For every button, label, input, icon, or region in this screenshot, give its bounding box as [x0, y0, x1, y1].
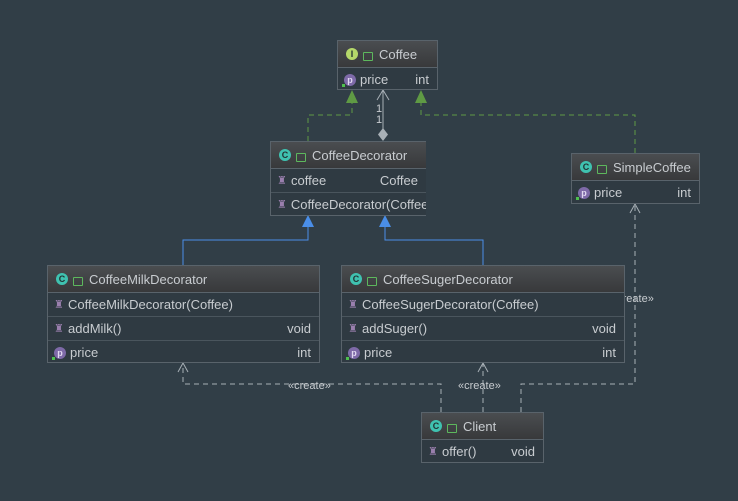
method-icon: ♜ [54, 322, 64, 335]
field-name: price [364, 345, 393, 360]
class-name: Coffee [379, 46, 418, 62]
method-icon: ♜ [277, 198, 287, 211]
generalization-arrow [379, 215, 391, 227]
method-icon: ♜ [348, 322, 358, 335]
method-name: addSuger() [362, 321, 428, 336]
property-icon: p [52, 346, 66, 360]
class-icon: C [350, 273, 362, 285]
method-icon: ♜ [428, 445, 438, 458]
method-name: CoffeeDecorator(Coffee) [290, 197, 426, 212]
field-name: price [594, 185, 623, 200]
method-name: CoffeeMilkDecorator(Coffee) [68, 297, 233, 312]
lock-icon [363, 51, 373, 61]
create-label: «create» [458, 380, 501, 392]
lock-icon [73, 276, 83, 286]
class-icon: C [430, 420, 442, 432]
field-name: price [70, 345, 99, 360]
generalization-edge-milk [182, 226, 309, 265]
class-coffee[interactable]: I Coffee p price int [337, 40, 438, 90]
class-simple-coffee[interactable]: C SimpleCoffee p price int [571, 153, 700, 204]
property-icon: p [342, 73, 356, 87]
create-label: «create» [288, 380, 331, 392]
realization-edge-decorator [307, 102, 353, 141]
class-client[interactable]: C Client ♜ offer() void [421, 412, 544, 463]
lock-icon [447, 423, 457, 433]
generalization-arrow [302, 215, 314, 227]
method-icon: ♜ [348, 298, 358, 311]
property-icon: p [576, 186, 590, 200]
interface-icon: I [346, 48, 358, 60]
method-type: void [511, 444, 535, 459]
class-name: CoffeeDecorator [312, 147, 408, 163]
lock-icon [597, 164, 607, 174]
method-name: offer() [442, 444, 477, 459]
class-coffee-decorator[interactable]: C CoffeeDecorator ♜ coffee Coffee ♜ CoffeeDe… [270, 141, 426, 216]
realization-edge-simple [420, 102, 636, 153]
field-name: coffee [291, 173, 327, 188]
field-type: int [415, 72, 429, 87]
class-icon: C [279, 149, 291, 161]
property-icon: p [346, 346, 360, 360]
method-name: CoffeeSugerDecorator(Coffee) [362, 297, 539, 312]
class-name: CoffeeMilkDecorator [89, 271, 208, 287]
method-type: void [287, 321, 311, 336]
composition-diamond [378, 128, 388, 141]
method-type: void [592, 321, 616, 336]
realization-arrow [346, 90, 358, 103]
field-type: int [602, 345, 616, 360]
method-icon: ♜ [54, 298, 64, 311]
field-name: price [360, 72, 389, 87]
class-coffee-suger-decorator[interactable]: C CoffeeSugerDecorator ♜ CoffeeSugerDecora… [341, 265, 625, 363]
method-name: addMilk() [68, 321, 122, 336]
field-type: int [677, 185, 691, 200]
lock-icon [296, 152, 306, 162]
class-name: Client [463, 418, 497, 434]
field-icon: ♜ [277, 174, 287, 187]
class-name: SimpleCoffee [613, 159, 691, 175]
class-coffee-milk-decorator[interactable]: C CoffeeMilkDecorator ♜ CoffeeMilkDecorato… [47, 265, 320, 363]
field-type: Coffee [379, 173, 418, 188]
class-icon: C [56, 273, 68, 285]
multiplicity-label: 1 [376, 114, 383, 126]
realization-arrow [415, 90, 427, 103]
field-type: int [297, 345, 311, 360]
lock-icon [367, 276, 377, 286]
class-name: CoffeeSugerDecorator [383, 271, 513, 287]
generalization-edge-suger [384, 226, 484, 265]
class-icon: C [580, 161, 592, 173]
